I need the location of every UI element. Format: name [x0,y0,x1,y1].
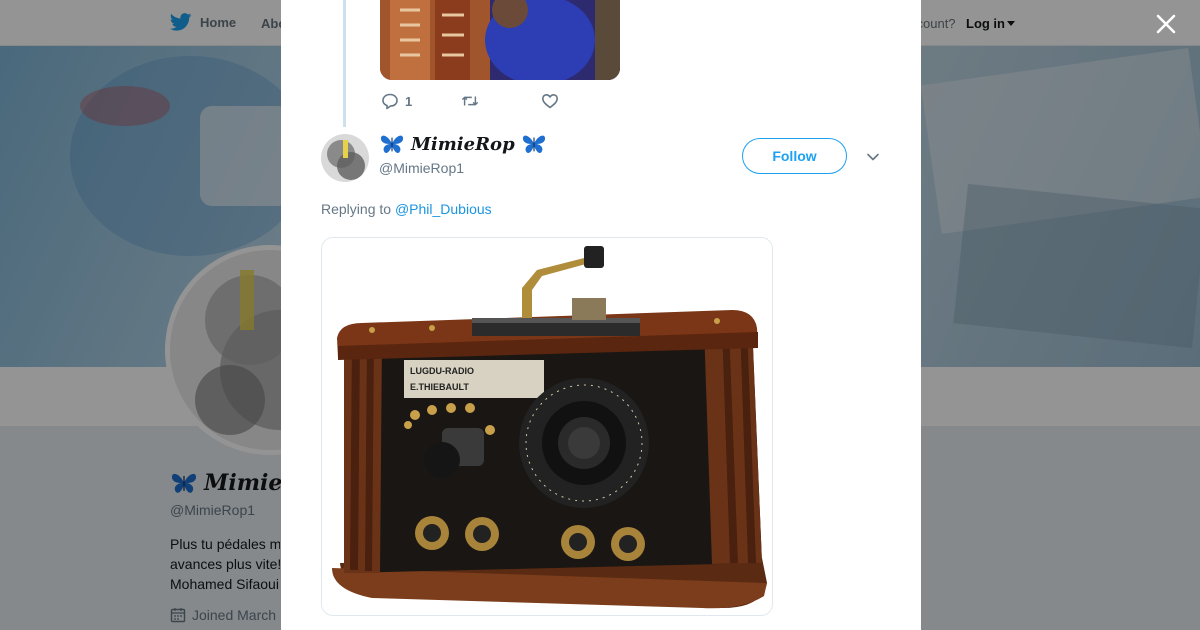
chevron-down-icon [867,153,879,161]
close-icon [1156,14,1176,34]
thread-connector-line [343,0,346,127]
like-button[interactable] [541,92,559,110]
replying-to: Replying to @Phil_Dubious [321,201,492,217]
replying-prefix: Replying to [321,201,392,217]
close-button[interactable] [1152,10,1180,38]
radio-brand-text: LUGDU-RADIO [410,366,474,376]
tweet-author-name-text: MimieRop [411,133,515,155]
tweet-options-button[interactable] [864,148,882,166]
tweet-author-avatar[interactable] [321,134,369,182]
previous-tweet-image[interactable] [380,0,620,80]
retweet-button[interactable] [461,92,541,110]
heart-icon [542,94,558,109]
tweet-modal: 1 MimieRop @MimieRop1 Follow Replying to… [281,0,921,630]
reply-button[interactable]: 1 [381,92,461,110]
butterfly-icon [380,135,404,153]
replying-to-link[interactable]: @Phil_Dubious [395,201,492,217]
reply-count: 1 [405,93,413,109]
tweet-author-handle[interactable]: @MimieRop1 [379,160,464,176]
radio-maker-text: E.THIEBAULT [410,382,469,392]
retweet-icon [461,96,479,106]
previous-tweet-actions: 1 [381,92,559,110]
reply-icon [382,93,398,110]
tweet-image[interactable]: LUGDU-RADIO E.THIEBAULT [321,237,773,616]
follow-button[interactable]: Follow [742,138,847,174]
tweet-author-name[interactable]: MimieRop [379,133,547,155]
butterfly-icon [522,135,545,153]
